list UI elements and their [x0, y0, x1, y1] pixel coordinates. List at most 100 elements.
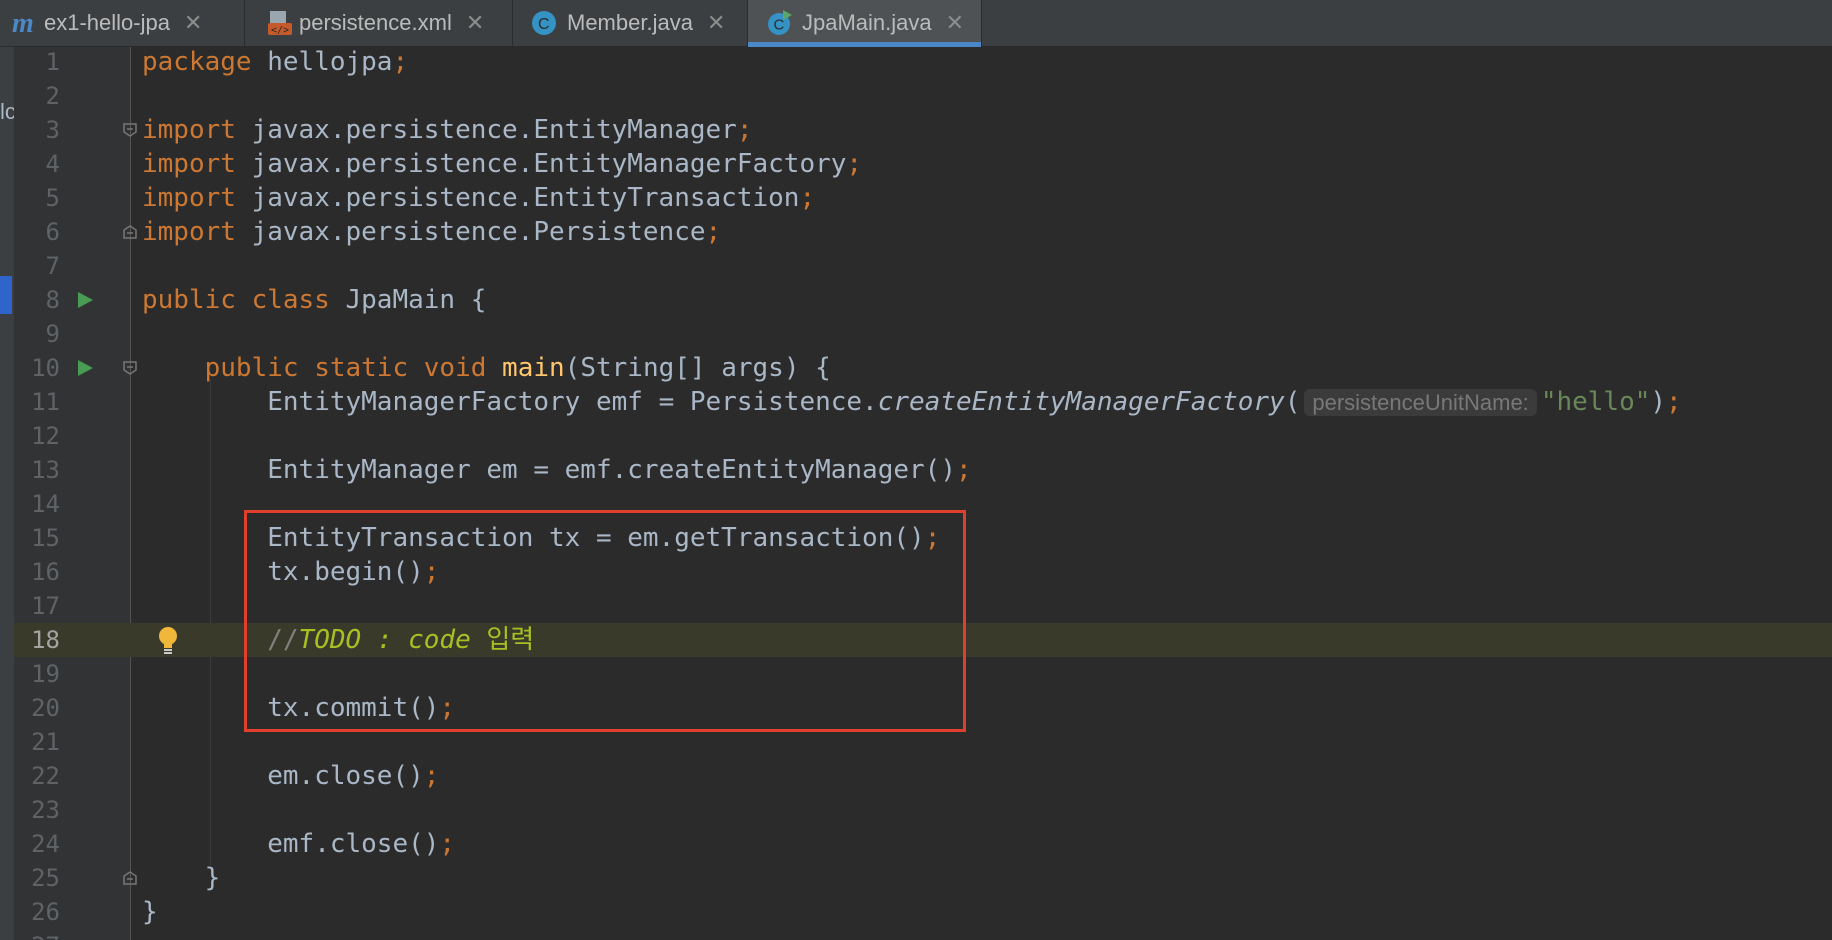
fold-end-icon[interactable]	[122, 870, 138, 886]
code-line[interactable]: 3 import javax.persistence.EntityManager…	[0, 113, 1832, 147]
tab-persistence-xml[interactable]: </> persistence.xml ✕	[245, 0, 513, 46]
code-line[interactable]: 13 EntityManager em = emf.createEntityMa…	[0, 453, 1832, 487]
maven-module-icon: m	[12, 10, 34, 36]
code-line[interactable]: 23	[0, 793, 1832, 827]
code-line[interactable]: 2	[0, 79, 1832, 113]
line-content: public class JpaMain {	[142, 283, 486, 317]
keyword: import	[142, 217, 236, 247]
semicolon: ;	[736, 115, 753, 145]
xml-file-icon: </>	[268, 11, 292, 36]
code-text: EntityManagerFactory emf = Persistence.	[267, 387, 878, 417]
tab-label: ex1-hello-jpa	[44, 10, 170, 35]
string-literal: "hello"	[1540, 387, 1651, 417]
java-class-icon: C	[532, 11, 556, 35]
line-content: import javax.persistence.Persistence;	[142, 215, 721, 249]
line-number: 10	[31, 354, 60, 382]
close-icon[interactable]: ✕	[466, 11, 484, 36]
code-line[interactable]: 26 }	[0, 895, 1832, 929]
semicolon: ;	[1666, 387, 1682, 417]
line-number: 23	[31, 796, 60, 824]
method-name: main	[502, 353, 565, 383]
code-line[interactable]: 1 package hellojpa;	[0, 45, 1832, 79]
keyword: package	[142, 47, 252, 77]
semicolon: ;	[392, 47, 409, 77]
code-text: javax.persistence.EntityManagerFactory	[235, 149, 847, 179]
code-text: javax.persistence.EntityManager	[235, 115, 737, 145]
line-content: emf.close();	[142, 827, 455, 861]
close-icon[interactable]: ✕	[946, 11, 964, 36]
fold-start-icon[interactable]	[122, 360, 138, 376]
tab-jpamain-java[interactable]: C JpaMain.java ✕	[748, 0, 982, 47]
keyword: import	[142, 149, 236, 179]
line-number: 6	[45, 218, 60, 246]
line-number: 17	[31, 592, 60, 620]
code-line[interactable]: 4 import javax.persistence.EntityManager…	[0, 147, 1832, 181]
line-number: 19	[31, 660, 60, 688]
svg-text:</>: </>	[271, 25, 289, 36]
fold-start-icon[interactable]	[122, 122, 138, 138]
line-number: 24	[31, 830, 60, 858]
close-icon[interactable]: ✕	[707, 11, 725, 36]
line-number: 1	[45, 48, 60, 76]
line-number: 13	[31, 456, 60, 484]
parameter-hint: persistenceUnitName:	[1304, 389, 1537, 416]
static-method-call: createEntityManagerFactory	[877, 387, 1285, 417]
line-number: 27	[18, 929, 60, 940]
line-number: 16	[31, 558, 60, 586]
code-line[interactable]: 6 import javax.persistence.Persistence;	[0, 215, 1832, 249]
line-number: 22	[31, 762, 60, 790]
fold-end-icon[interactable]	[122, 224, 138, 240]
code-line[interactable]: 22 em.close();	[0, 759, 1832, 793]
line-number: 15	[31, 524, 60, 552]
semicolon: ;	[799, 183, 816, 213]
code-line[interactable]: 11 EntityManagerFactory emf = Persistenc…	[0, 385, 1832, 419]
code-line[interactable]: 24 emf.close();	[0, 827, 1832, 861]
line-number: 25	[31, 864, 60, 892]
line-number: 11	[31, 388, 60, 416]
code-line[interactable]: 9	[0, 317, 1832, 351]
semicolon: ;	[955, 455, 972, 485]
line-number: 21	[31, 728, 60, 756]
line-content: em.close();	[142, 759, 439, 793]
line-content: package hellojpa;	[142, 45, 408, 79]
code-line[interactable]: 5 import javax.persistence.EntityTransac…	[0, 181, 1832, 215]
code-text: EntityManager em = emf.createEntityManag…	[267, 455, 956, 485]
code-text: (String[] args) {	[564, 353, 831, 383]
line-number: 7	[45, 252, 60, 280]
run-icon[interactable]	[76, 291, 94, 309]
code-line[interactable]: 10 public static void main(String[] args…	[0, 351, 1832, 385]
code-line[interactable]: 25 }	[0, 861, 1832, 895]
line-number: 9	[45, 320, 60, 348]
code-text: javax.persistence.Persistence	[235, 217, 706, 247]
svg-text:m: m	[12, 10, 34, 36]
run-icon[interactable]	[76, 359, 94, 377]
line-number: 8	[45, 286, 60, 314]
svg-text:C: C	[538, 16, 550, 33]
code-text: JpaMain {	[329, 285, 487, 315]
code-line[interactable]: 7	[0, 249, 1832, 283]
line-number: 14	[31, 490, 60, 518]
keyword: public class	[142, 285, 330, 315]
semicolon: ;	[439, 829, 456, 859]
java-class-runnable-icon: C	[768, 10, 792, 35]
code-line[interactable]: 27	[0, 929, 1832, 940]
code-line[interactable]: 12	[0, 419, 1832, 453]
line-number: 12	[31, 422, 60, 450]
tab-ex1-hello-jpa[interactable]: m ex1-hello-jpa ✕	[0, 0, 245, 46]
line-content: public static void main(String[] args) {	[142, 351, 831, 385]
code-text: hellojpa	[251, 47, 393, 77]
tab-member-java[interactable]: C Member.java ✕	[513, 0, 748, 46]
line-content: EntityManagerFactory emf = Persistence.c…	[267, 387, 1682, 417]
line-number: 18	[31, 626, 60, 654]
line-number: 5	[45, 184, 60, 212]
highlight-annotation-box	[244, 510, 966, 732]
code-text: emf.close()	[267, 829, 440, 859]
close-icon[interactable]: ✕	[184, 11, 202, 36]
semicolon: ;	[705, 217, 722, 247]
semicolon: ;	[423, 761, 440, 791]
line-content: EntityManager em = emf.createEntityManag…	[142, 453, 972, 487]
line-content: import javax.persistence.EntityTransacti…	[142, 181, 815, 215]
editor-tab-bar: m ex1-hello-jpa ✕ </> persistence.xml ✕ …	[0, 0, 1832, 47]
code-line[interactable]: 8 public class JpaMain {	[0, 283, 1832, 317]
keyword: import	[142, 183, 236, 213]
